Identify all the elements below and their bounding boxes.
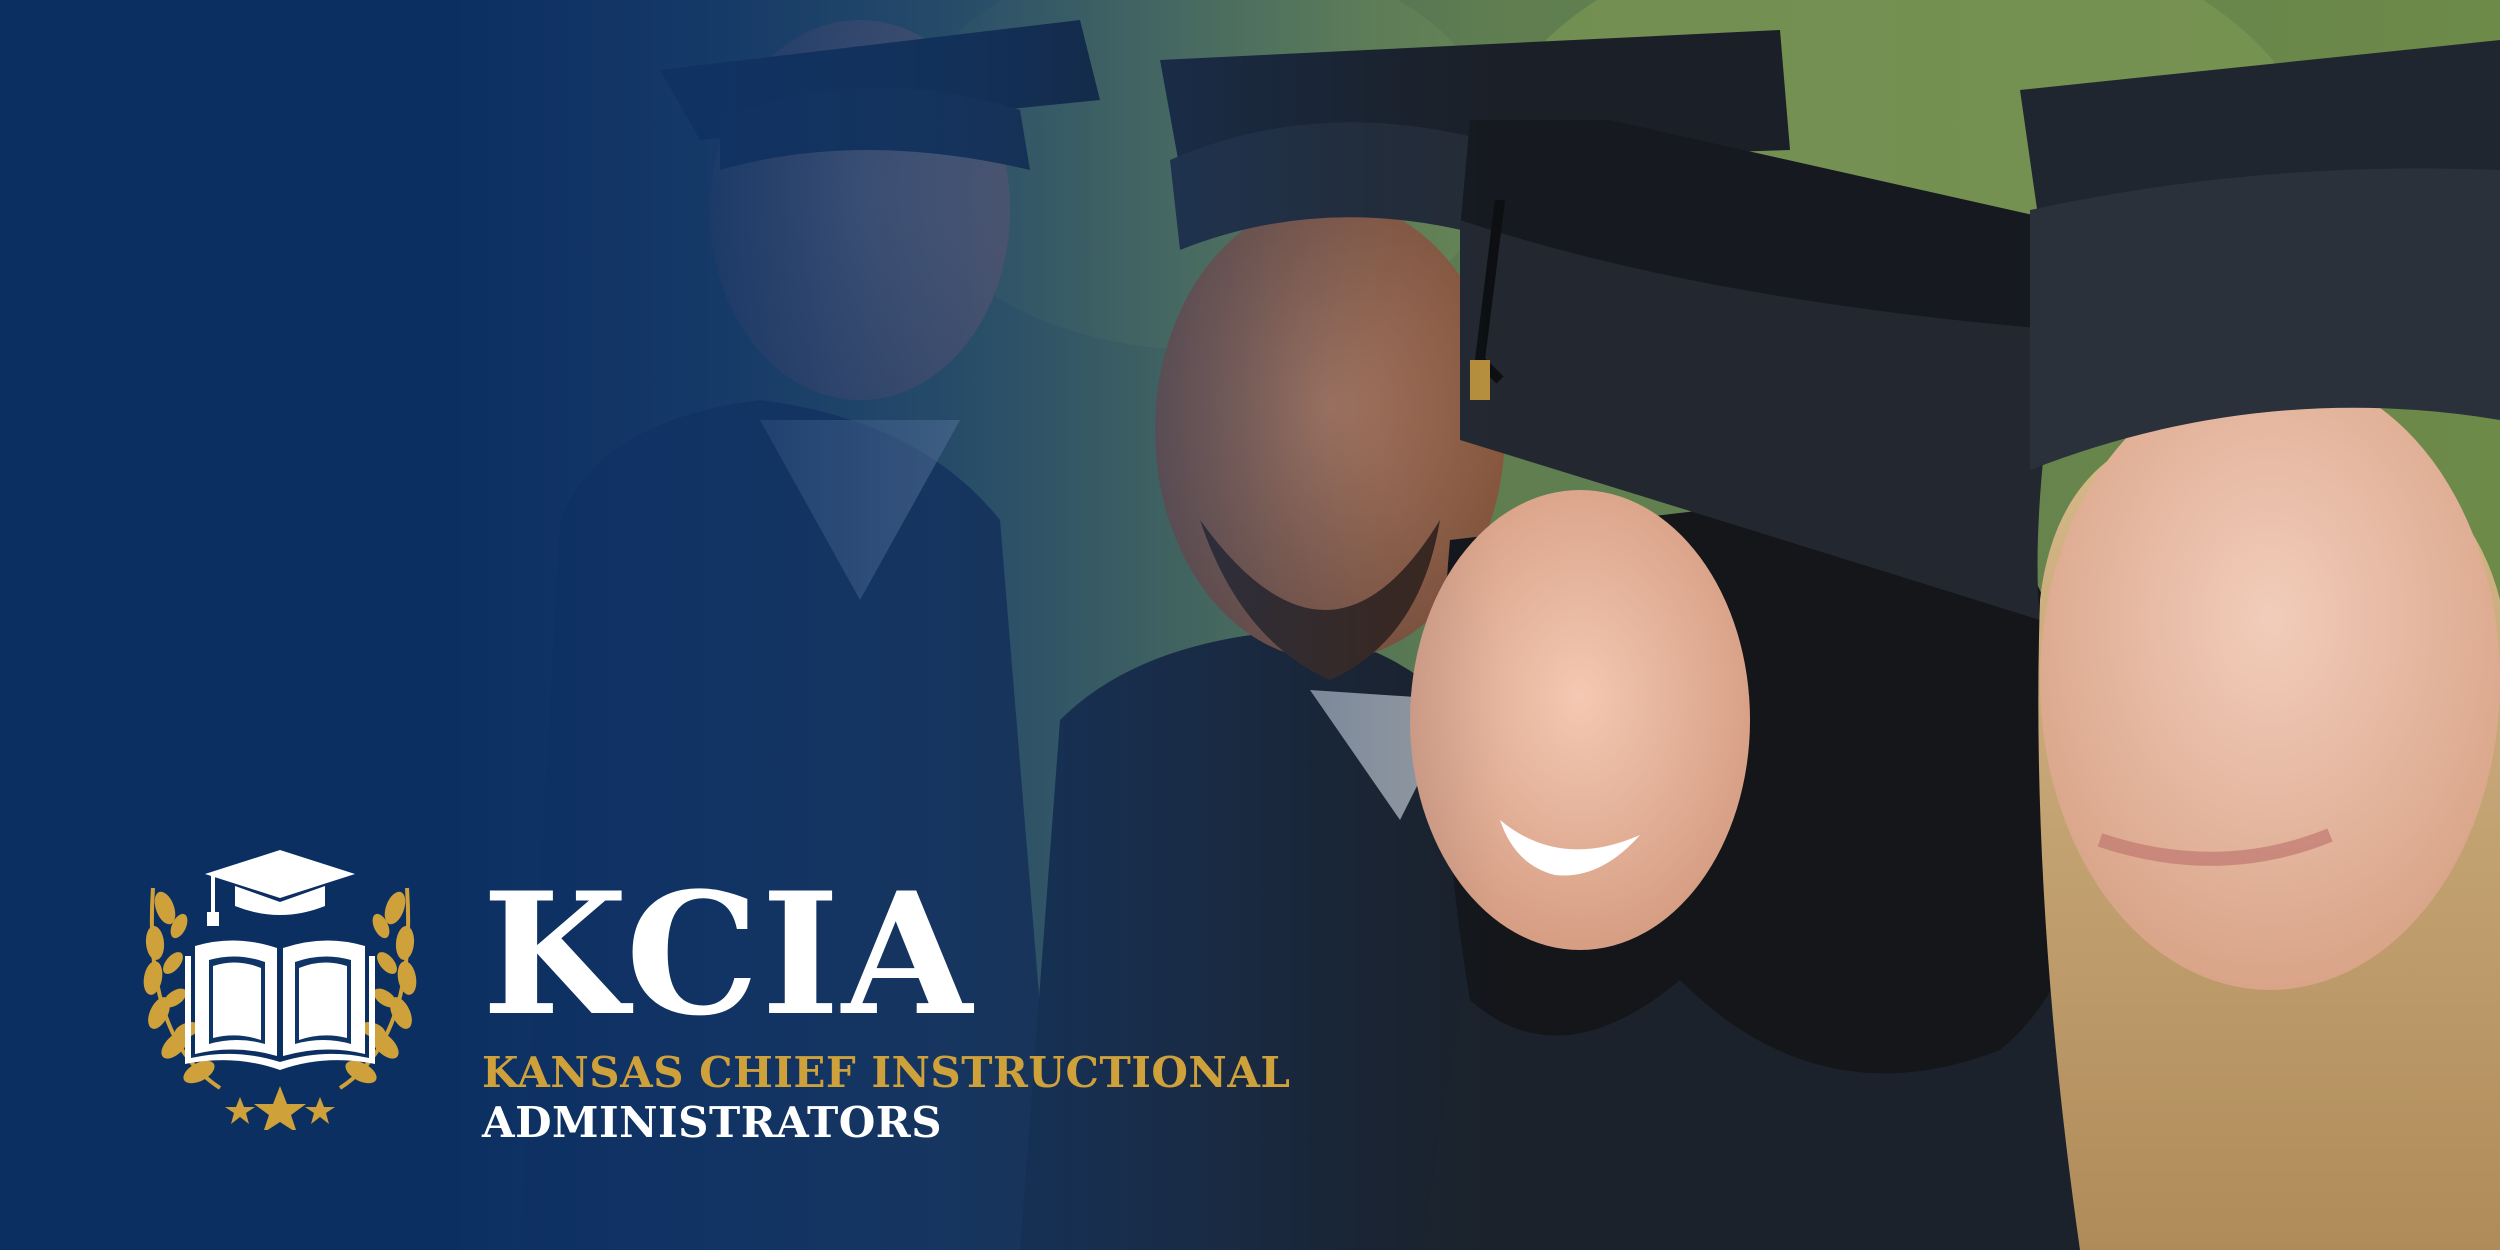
- stars-icon: [225, 1086, 335, 1130]
- kcia-logo: KCIA KANSAS CHIEF INSTRUCTIONAL ADMINIST…: [125, 848, 1305, 1146]
- logo-subtitle-line2: ADMINISTRATORS: [482, 1098, 943, 1148]
- graduation-cap-book-laurel-icon: [143, 850, 417, 1130]
- hero-banner: KCIA KANSAS CHIEF INSTRUCTIONAL ADMINIST…: [0, 0, 2500, 1250]
- logo-subtitle-line1: KANSAS CHIEF INSTRUCTIONAL: [482, 1048, 1291, 1097]
- logo-acronym: KCIA: [482, 855, 975, 1053]
- wordmark: KCIA KANSAS CHIEF INSTRUCTIONAL ADMINIST…: [482, 870, 1290, 1146]
